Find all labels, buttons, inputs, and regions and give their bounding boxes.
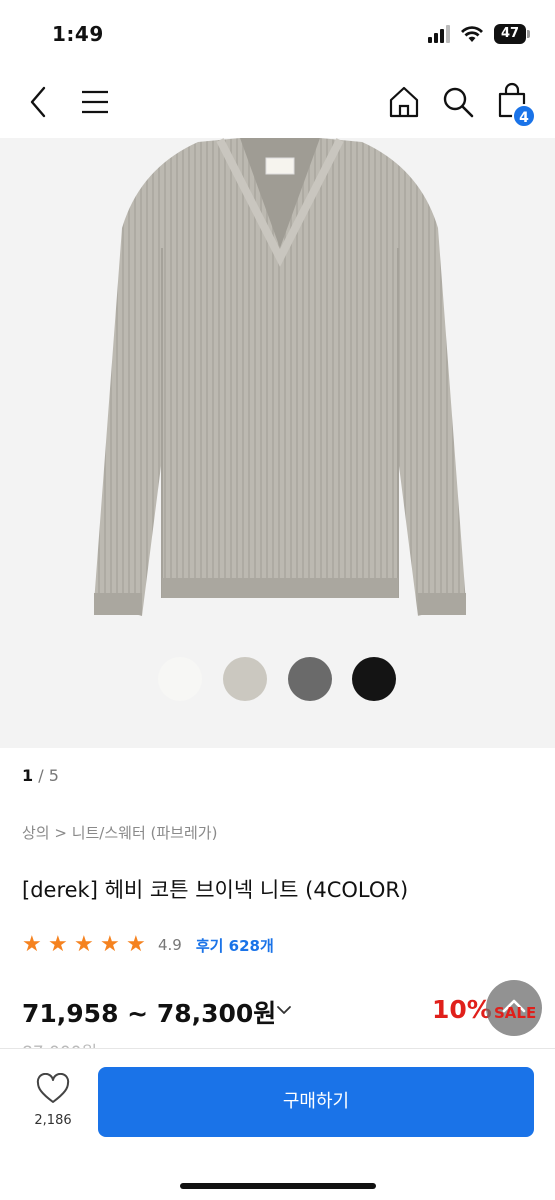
breadcrumb[interactable]: 상의 > 니트/스웨터 (파브레가)	[22, 822, 217, 843]
price-range: 71,958 ~ 78,300원	[22, 999, 277, 1028]
star-icon: ★	[100, 932, 120, 957]
product-title: [derek] 헤비 코튼 브이넥 니트 (4COLOR)	[22, 878, 409, 902]
rating-row: ★ ★ ★ ★ ★ 4.9 후기 628개	[22, 933, 274, 957]
image-pager: 1 / 5	[22, 766, 59, 785]
wishlist-count: 2,186	[34, 1113, 72, 1128]
wishlist-button[interactable]: 2,186	[26, 1073, 80, 1133]
home-icon[interactable]	[386, 84, 422, 120]
product-image-gallery[interactable]	[0, 138, 555, 748]
search-icon[interactable]	[440, 84, 476, 120]
menu-icon[interactable]	[78, 86, 112, 118]
discount-rate: 10%	[432, 995, 492, 1024]
star-icon: ★	[22, 932, 42, 957]
pager-total: 5	[48, 766, 59, 785]
color-swatch-charcoal[interactable]	[288, 657, 332, 701]
top-nav-bar	[0, 66, 555, 138]
pager-separator: /	[33, 766, 49, 785]
signal-icon	[428, 25, 450, 43]
product-sweater-image	[94, 138, 466, 616]
star-icon: ★	[126, 932, 146, 957]
color-swatch-black[interactable]	[352, 657, 396, 701]
star-icon: ★	[74, 932, 94, 957]
status-time: 1:49	[52, 22, 104, 46]
buy-button[interactable]: 구매하기	[98, 1067, 534, 1137]
battery-icon: 47	[494, 24, 530, 44]
star-icon: ★	[48, 932, 68, 957]
pager-current: 1	[22, 766, 34, 785]
chevron-down-icon[interactable]	[274, 1000, 294, 1020]
home-indicator[interactable]	[180, 1183, 376, 1189]
wifi-icon	[461, 26, 483, 42]
sale-label: SALE	[494, 1004, 537, 1022]
bottom-action-bar: 2,186 구매하기	[0, 1048, 555, 1200]
heart-icon	[36, 1073, 70, 1103]
rating-score: 4.9	[158, 936, 182, 954]
back-icon[interactable]	[24, 84, 56, 120]
color-swatch-beige[interactable]	[223, 657, 267, 701]
review-count-link[interactable]: 후기 628개	[196, 935, 274, 956]
status-bar: 1:49 47	[0, 0, 555, 66]
cart-count-badge: 4	[512, 104, 536, 128]
color-swatch-white[interactable]	[158, 657, 202, 701]
